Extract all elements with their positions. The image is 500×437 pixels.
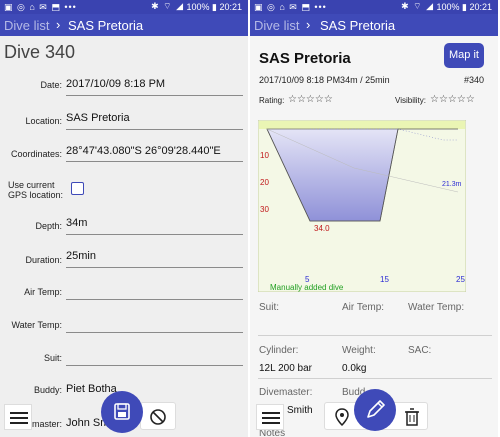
gps-label: Use current GPS location: bbox=[8, 180, 64, 200]
temperature-label: 21.3m bbox=[442, 181, 462, 188]
rating-label: Rating: bbox=[259, 96, 285, 105]
visibility-label: Visibility: bbox=[395, 96, 426, 105]
clock: 20:21 bbox=[219, 2, 242, 12]
cylinder-value: 12L 200 bar bbox=[259, 363, 313, 374]
battery-icon: ▮ bbox=[462, 2, 467, 12]
duration-field[interactable]: 25min bbox=[66, 250, 96, 262]
dive-number: #340 bbox=[463, 75, 484, 85]
battery-level: 100% bbox=[186, 2, 210, 12]
gps-checkbox[interactable] bbox=[71, 182, 84, 195]
location-field[interactable]: SAS Pretoria bbox=[66, 112, 130, 124]
duration-label: Duration: bbox=[25, 255, 62, 265]
menu-icon bbox=[10, 412, 28, 414]
dive-profile-graph: 10 20 30 34.0 21.3m 5 15 25 Manually add… bbox=[258, 120, 466, 292]
depth-underline bbox=[66, 234, 243, 235]
rating-stars[interactable]: ☆☆☆☆☆ bbox=[288, 94, 333, 105]
edit-dive-screen: ▣ ◎ ⌂ ✉ ⬒ ••• ✱ ⌔ ◢ 100% ▮ 20:21 Dive li… bbox=[0, 0, 248, 437]
divider bbox=[258, 335, 492, 336]
status-bar: ▣ ◎ ⌂ ✉ ⬒ ••• ✱ ⌔ ◢ 100% ▮ 20:21 bbox=[250, 0, 498, 14]
suit-underline bbox=[66, 365, 243, 366]
edit-button[interactable] bbox=[354, 389, 396, 431]
signal-icons: ✱ ⌔ ◢ bbox=[151, 1, 184, 11]
coordinates-field[interactable]: 28°47'43.080"S 26°09'28.440"E bbox=[66, 145, 221, 157]
divider bbox=[258, 378, 492, 379]
chevron-right-icon: › bbox=[306, 17, 311, 32]
water-temp-underline bbox=[66, 332, 243, 333]
surface-band bbox=[259, 121, 465, 129]
breadcrumb-current: SAS Pretoria bbox=[320, 18, 396, 33]
edit-icon bbox=[367, 400, 385, 418]
notification-icons: ▣ ◎ ⌂ ✉ ⬒ ••• bbox=[4, 2, 77, 12]
menu-button[interactable] bbox=[256, 404, 284, 430]
cylinder-label: Cylinder: bbox=[259, 345, 299, 356]
app-bar: Dive list › SAS Pretoria bbox=[250, 14, 498, 36]
location-label: Location: bbox=[25, 116, 62, 126]
notification-icons: ▣ ◎ ⌂ ✉ ⬒ ••• bbox=[254, 2, 327, 12]
breadcrumb-dive-list[interactable]: Dive list bbox=[254, 18, 300, 33]
dive-meta: 2017/10/09 8:18 PM34m / 25min bbox=[259, 75, 390, 85]
location-pin-icon[interactable] bbox=[333, 407, 351, 427]
location-underline bbox=[66, 129, 243, 130]
date-underline bbox=[66, 95, 243, 96]
breadcrumb-current: SAS Pretoria bbox=[68, 18, 144, 33]
cancel-icon[interactable] bbox=[141, 403, 177, 431]
coordinates-underline bbox=[66, 161, 243, 162]
suit-label: Suit: bbox=[43, 353, 62, 363]
duration-underline bbox=[66, 267, 243, 268]
depth-field[interactable]: 34m bbox=[66, 217, 87, 229]
dive-title: SAS Pretoria bbox=[259, 50, 351, 67]
water-temp-label: Water Temp: bbox=[11, 320, 62, 330]
depth-label: Depth: bbox=[35, 221, 62, 231]
water-temp-label: Water Temp: bbox=[408, 302, 465, 313]
trash-icon[interactable] bbox=[403, 407, 421, 427]
breadcrumb-dive-list[interactable]: Dive list bbox=[4, 18, 50, 33]
battery-icon: ▮ bbox=[212, 2, 217, 12]
chevron-right-icon: › bbox=[56, 17, 61, 32]
buddy-label: Buddy: bbox=[33, 385, 62, 395]
date-field[interactable]: 2017/10/09 8:18 PM bbox=[66, 78, 165, 90]
weight-label: Weight: bbox=[342, 345, 376, 356]
air-temp-label: Air Temp: bbox=[24, 287, 62, 297]
date-label: Date: bbox=[40, 80, 62, 90]
air-temp-label: Air Temp: bbox=[342, 302, 385, 313]
depth-tick-30: 30 bbox=[260, 205, 269, 214]
max-depth-label: 34.0 bbox=[314, 224, 330, 233]
map-it-button[interactable]: Map it bbox=[444, 43, 484, 68]
depth-tick-20: 20 bbox=[260, 178, 269, 187]
sac-label: SAC: bbox=[408, 345, 432, 356]
air-temp-underline bbox=[66, 299, 243, 300]
save-button[interactable] bbox=[101, 391, 143, 433]
coordinates-label: Coordinates: bbox=[10, 149, 62, 159]
weight-value: 0.0kg bbox=[342, 363, 367, 374]
cancel-button-container bbox=[140, 402, 176, 430]
battery-level: 100% bbox=[436, 2, 460, 12]
menu-button[interactable] bbox=[4, 404, 32, 430]
app-bar: Dive list › SAS Pretoria bbox=[0, 14, 248, 36]
menu-icon bbox=[262, 412, 280, 414]
manually-added-note: Manually added dive bbox=[270, 283, 344, 292]
time-tick-25: 25 bbox=[456, 275, 465, 284]
signal-icons: ✱ ⌔ ◢ bbox=[401, 1, 434, 11]
time-tick-15: 15 bbox=[380, 275, 389, 284]
suit-label: Suit: bbox=[259, 302, 280, 313]
save-icon bbox=[114, 403, 130, 420]
divemaster-label: Divemaster: bbox=[259, 387, 313, 398]
depth-tick-10: 10 bbox=[260, 151, 269, 160]
clock: 20:21 bbox=[469, 2, 492, 12]
visibility-stars[interactable]: ☆☆☆☆☆ bbox=[430, 94, 475, 105]
dive-detail-screen: ▣ ◎ ⌂ ✉ ⬒ ••• ✱ ⌔ ◢ 100% ▮ 20:21 Dive li… bbox=[250, 0, 498, 437]
page-title: Dive 340 bbox=[4, 42, 76, 62]
divemaster-value: Smith bbox=[287, 405, 313, 416]
status-bar: ▣ ◎ ⌂ ✉ ⬒ ••• ✱ ⌔ ◢ 100% ▮ 20:21 bbox=[0, 0, 248, 14]
